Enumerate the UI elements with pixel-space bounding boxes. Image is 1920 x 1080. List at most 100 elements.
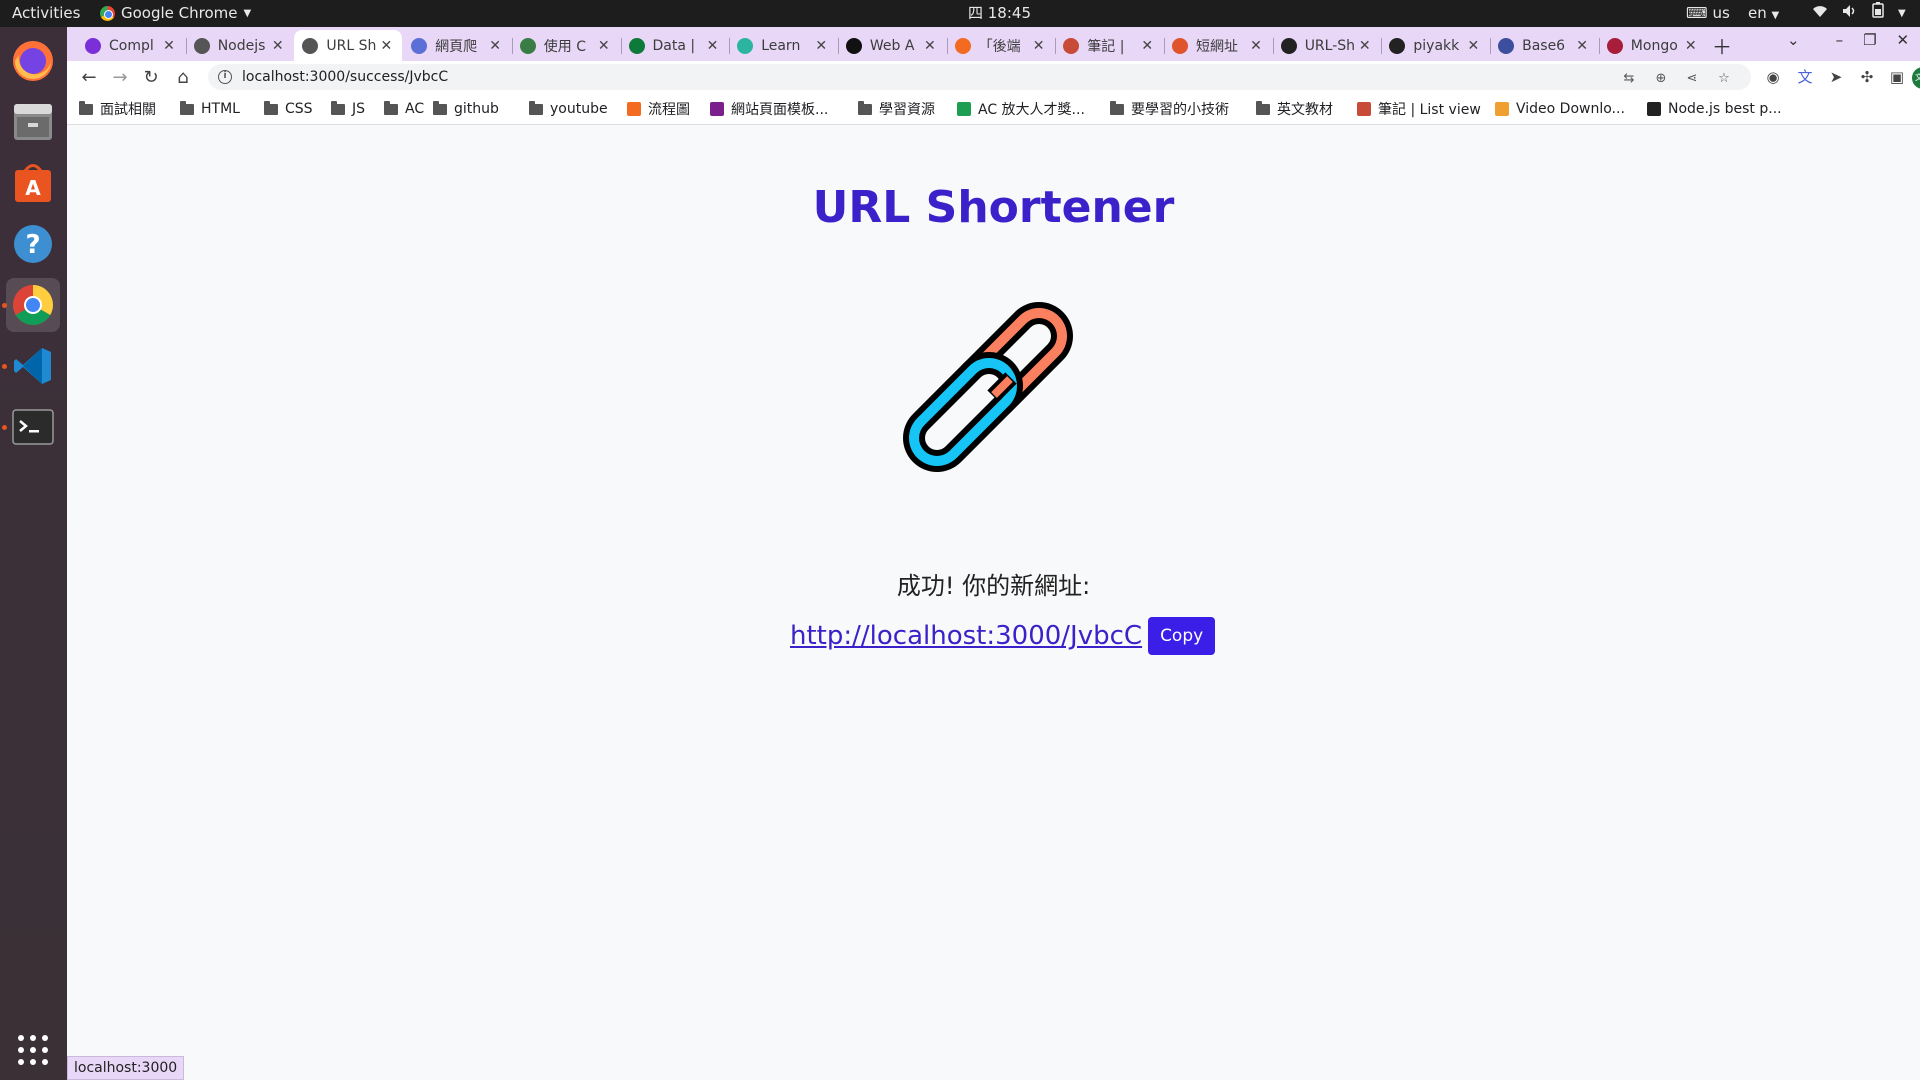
folder-icon [180,100,194,115]
clock[interactable]: 四 18:45 [968,0,1031,27]
bookmark-item[interactable]: Node.js best p... [1647,93,1782,125]
tab-3[interactable]: URL Sh ✕ [294,30,403,61]
bookmark-item[interactable]: AC [384,93,424,125]
tab-4[interactable]: 網頁爬 ✕ [403,30,511,61]
tab-label: Compl [109,37,154,54]
activities-button[interactable]: Activities [12,0,80,27]
dock-vscode[interactable] [6,339,60,393]
tab-close-icon[interactable]: ✕ [378,38,394,54]
app-menu[interactable]: Google Chrome ▼ [100,0,251,27]
share-icon[interactable]: ⋖ [1684,71,1700,87]
bookmark-item[interactable]: JS [331,93,365,125]
site-favicon-icon [627,102,641,116]
translate-extension-icon[interactable]: 文 [1795,67,1815,87]
tab-7[interactable]: Learn ✕ [729,30,837,61]
tab-5[interactable]: 使用 C ✕ [512,30,620,61]
bookmark-item[interactable]: 流程圖 [627,93,690,125]
tab-close-icon[interactable]: ✕ [487,38,503,54]
site-favicon-icon [1357,102,1371,116]
tab-separator [1272,38,1274,54]
tab-8[interactable]: Web A ✕ [838,30,946,61]
tab-12[interactable]: URL-Sh ✕ [1273,30,1381,61]
app-grid-icon [18,1035,48,1065]
profile-avatar[interactable]: 文瑞 [1912,67,1920,89]
bookmark-item[interactable]: youtube [529,93,608,125]
running-indicator [2,425,7,430]
show-applications-button[interactable] [6,1023,60,1077]
restore-button[interactable]: ❐ [1863,31,1876,49]
forward-button[interactable]: → [108,65,132,89]
tab-favicon-icon [1063,37,1080,54]
bookmark-item[interactable]: CSS [264,93,313,125]
tab-1[interactable]: Compl ✕ [77,30,185,61]
screenshot-extension-icon[interactable]: ◉ [1763,67,1783,87]
close-window-button[interactable]: ✕ [1897,31,1910,49]
battery-icon [1872,0,1884,27]
tab-14[interactable]: Base6 ✕ [1490,30,1598,61]
bookmark-item[interactable]: 面試相關 [79,93,156,125]
bookmark-item[interactable]: 學習資源 [858,93,935,125]
dock-chrome[interactable] [6,278,60,332]
tab-close-icon[interactable]: ✕ [1139,38,1155,54]
keyboard-layout[interactable]: ⌨ us [1686,0,1730,27]
tab-15[interactable]: Mongo ✕ [1599,30,1707,61]
dock-files[interactable] [6,95,60,149]
tab-6[interactable]: Data | ✕ [621,30,729,61]
tab-close-icon[interactable]: ✕ [270,38,286,54]
bookmark-item[interactable]: 要學習的小技術 [1110,93,1229,125]
cursor-extension-icon[interactable]: ➤ [1826,67,1846,87]
bookmark-item[interactable]: 筆記 | List view [1357,93,1481,125]
tab-9[interactable]: 「後端 ✕ [947,30,1055,61]
folder-icon [433,100,447,115]
system-tray[interactable]: ▼ [1812,0,1906,27]
short-url-link[interactable]: http://localhost:3000/JvbcC [790,621,1142,651]
tab-13[interactable]: piyakk ✕ [1381,30,1489,61]
bookmark-label: 流程圖 [648,102,690,118]
tab-separator [1598,38,1600,54]
bookmark-item[interactable]: AC 放大人才獎... [957,93,1085,125]
dock-firefox[interactable] [6,34,60,88]
tab-close-icon[interactable]: ✕ [922,38,938,54]
bookmark-item[interactable]: Video Downlo... [1495,93,1625,125]
back-button[interactable]: ← [77,65,101,89]
tab-close-icon[interactable]: ✕ [596,38,612,54]
site-favicon-icon [1647,102,1661,116]
translate-icon[interactable]: ⇆ [1621,71,1637,87]
tab-close-icon[interactable]: ✕ [1574,38,1590,54]
tab-close-icon[interactable]: ✕ [1683,38,1699,54]
tab-close-icon[interactable]: ✕ [1031,38,1047,54]
input-language[interactable]: en ▼ [1748,0,1779,27]
tab-close-icon[interactable]: ✕ [705,38,721,54]
home-button[interactable]: ⌂ [171,65,195,89]
site-info-icon[interactable]: i [218,70,232,84]
minimize-button[interactable]: – [1836,31,1844,49]
tab-close-icon[interactable]: ✕ [1357,38,1373,54]
tab-close-icon[interactable]: ✕ [1465,38,1481,54]
dock-software[interactable]: A [6,156,60,210]
tab-close-icon[interactable]: ✕ [161,38,177,54]
bookmark-item[interactable]: github [433,93,499,125]
tab-strip: Compl ✕ Nodejs ✕ URL Sh ✕ 網頁爬 ✕ 使用 C ✕ Data | ✕ Lear… [67,27,1920,61]
tab-2[interactable]: Nodejs ✕ [186,30,294,61]
dock-terminal[interactable] [6,400,60,454]
tab-close-icon[interactable]: ✕ [813,38,829,54]
bookmark-item[interactable]: HTML [180,93,240,125]
side-panel-icon[interactable]: ▣ [1887,67,1907,87]
extensions-puzzle-icon[interactable]: ✣ [1857,67,1877,87]
address-bar[interactable]: i localhost:3000/success/JvbcC ⇆ ⊕ ⋖ ☆ [208,64,1751,90]
zoom-icon[interactable]: ⊕ [1653,71,1669,87]
browser-toolbar: ← → ↻ ⌂ i localhost:3000/success/JvbcC ⇆… [67,61,1920,93]
tab-close-icon[interactable]: ✕ [1248,38,1264,54]
tab-separator [729,38,731,54]
reload-button[interactable]: ↻ [139,65,163,89]
bookmark-star-icon[interactable]: ☆ [1716,71,1732,87]
dock-help[interactable]: ? [6,217,60,271]
tab-10[interactable]: 筆記 | ✕ [1055,30,1163,61]
new-tab-button[interactable]: ＋ [1712,31,1732,60]
folder-icon [1110,100,1124,115]
tab-11[interactable]: 短網址 ✕ [1164,30,1272,61]
copy-button[interactable]: Copy [1148,617,1216,655]
tab-search-icon[interactable]: ⌄ [1787,31,1800,49]
bookmark-item[interactable]: 英文教材 [1256,93,1333,125]
bookmark-item[interactable]: 網站頁面模板... [710,93,828,125]
